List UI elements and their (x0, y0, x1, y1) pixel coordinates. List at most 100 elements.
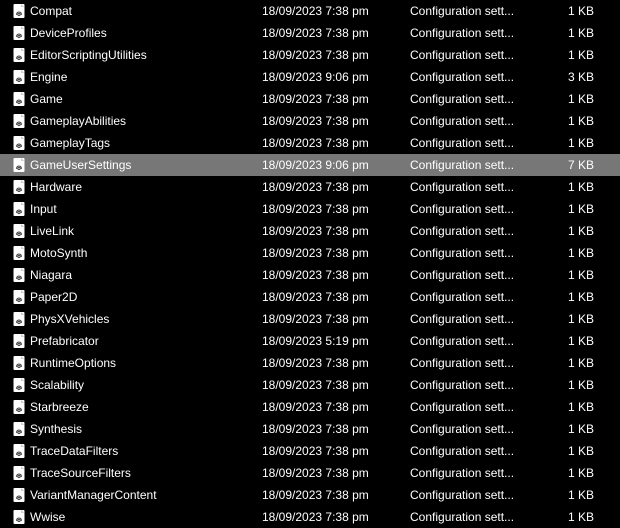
file-name: Paper2D (30, 290, 262, 304)
file-size: 1 KB (546, 48, 606, 62)
file-row[interactable]: Niagara18/09/2023 7:38 pmConfiguration s… (0, 264, 620, 286)
file-size: 1 KB (546, 202, 606, 216)
file-icon-cell (8, 113, 30, 129)
config-file-icon (11, 91, 27, 107)
file-row[interactable]: Compat18/09/2023 7:38 pmConfiguration se… (0, 0, 620, 22)
file-date: 18/09/2023 7:38 pm (262, 356, 410, 370)
file-name: Compat (30, 4, 262, 18)
file-date: 18/09/2023 5:19 pm (262, 334, 410, 348)
file-icon-cell (8, 443, 30, 459)
file-type: Configuration sett... (410, 510, 546, 524)
file-row[interactable]: TraceDataFilters18/09/2023 7:38 pmConfig… (0, 440, 620, 462)
file-type: Configuration sett... (410, 356, 546, 370)
file-date: 18/09/2023 7:38 pm (262, 312, 410, 326)
file-row[interactable]: GameUserSettings18/09/2023 9:06 pmConfig… (0, 154, 620, 176)
config-file-icon (11, 487, 27, 503)
file-name: Engine (30, 70, 262, 84)
file-name: GameplayAbilities (30, 114, 262, 128)
file-icon-cell (8, 201, 30, 217)
file-type: Configuration sett... (410, 180, 546, 194)
file-date: 18/09/2023 7:38 pm (262, 92, 410, 106)
config-file-icon (11, 465, 27, 481)
config-file-icon (11, 421, 27, 437)
file-row[interactable]: Prefabricator18/09/2023 5:19 pmConfigura… (0, 330, 620, 352)
file-row[interactable]: PhysXVehicles18/09/2023 7:38 pmConfigura… (0, 308, 620, 330)
file-icon-cell (8, 47, 30, 63)
file-row[interactable]: TraceSourceFilters18/09/2023 7:38 pmConf… (0, 462, 620, 484)
config-file-icon (11, 135, 27, 151)
file-name: PhysXVehicles (30, 312, 262, 326)
file-icon-cell (8, 179, 30, 195)
file-row[interactable]: Starbreeze18/09/2023 7:38 pmConfiguratio… (0, 396, 620, 418)
file-type: Configuration sett... (410, 114, 546, 128)
file-size: 1 KB (546, 422, 606, 436)
file-date: 18/09/2023 9:06 pm (262, 70, 410, 84)
file-icon-cell (8, 509, 30, 525)
file-row[interactable]: Scalability18/09/2023 7:38 pmConfigurati… (0, 374, 620, 396)
file-row[interactable]: VariantManagerContent18/09/2023 7:38 pmC… (0, 484, 620, 506)
file-name: Prefabricator (30, 334, 262, 348)
file-row[interactable]: GameplayAbilities18/09/2023 7:38 pmConfi… (0, 110, 620, 132)
file-size: 1 KB (546, 378, 606, 392)
file-size: 1 KB (546, 290, 606, 304)
file-name: Game (30, 92, 262, 106)
config-file-icon (11, 47, 27, 63)
config-file-icon (11, 113, 27, 129)
file-size: 1 KB (546, 224, 606, 238)
file-icon-cell (8, 3, 30, 19)
file-row[interactable]: Engine18/09/2023 9:06 pmConfiguration se… (0, 66, 620, 88)
file-name: Hardware (30, 180, 262, 194)
config-file-icon (11, 443, 27, 459)
file-name: Wwise (30, 510, 262, 524)
config-file-icon (11, 179, 27, 195)
file-list[interactable]: Compat18/09/2023 7:38 pmConfiguration se… (0, 0, 620, 528)
file-icon-cell (8, 157, 30, 173)
file-icon-cell (8, 25, 30, 41)
file-size: 3 KB (546, 70, 606, 84)
file-row[interactable]: GameplayTags18/09/2023 7:38 pmConfigurat… (0, 132, 620, 154)
file-date: 18/09/2023 7:38 pm (262, 180, 410, 194)
file-row[interactable]: MotoSynth18/09/2023 7:38 pmConfiguration… (0, 242, 620, 264)
file-row[interactable]: Paper2D18/09/2023 7:38 pmConfiguration s… (0, 286, 620, 308)
file-date: 18/09/2023 7:38 pm (262, 246, 410, 260)
file-icon-cell (8, 421, 30, 437)
file-size: 1 KB (546, 92, 606, 106)
file-icon-cell (8, 267, 30, 283)
file-type: Configuration sett... (410, 334, 546, 348)
file-row[interactable]: RuntimeOptions18/09/2023 7:38 pmConfigur… (0, 352, 620, 374)
file-icon-cell (8, 311, 30, 327)
file-name: LiveLink (30, 224, 262, 238)
file-date: 18/09/2023 7:38 pm (262, 466, 410, 480)
config-file-icon (11, 245, 27, 261)
file-type: Configuration sett... (410, 224, 546, 238)
config-file-icon (11, 377, 27, 393)
file-size: 1 KB (546, 356, 606, 370)
file-size: 1 KB (546, 4, 606, 18)
file-type: Configuration sett... (410, 246, 546, 260)
file-name: EditorScriptingUtilities (30, 48, 262, 62)
file-row[interactable]: Game18/09/2023 7:38 pmConfiguration sett… (0, 88, 620, 110)
file-date: 18/09/2023 7:38 pm (262, 48, 410, 62)
file-row[interactable]: EditorScriptingUtilities18/09/2023 7:38 … (0, 44, 620, 66)
config-file-icon (11, 201, 27, 217)
file-name: RuntimeOptions (30, 356, 262, 370)
file-row[interactable]: Synthesis18/09/2023 7:38 pmConfiguration… (0, 418, 620, 440)
file-row[interactable]: DeviceProfiles18/09/2023 7:38 pmConfigur… (0, 22, 620, 44)
file-row[interactable]: Hardware18/09/2023 7:38 pmConfiguration … (0, 176, 620, 198)
file-row[interactable]: Wwise18/09/2023 7:38 pmConfiguration set… (0, 506, 620, 528)
file-row[interactable]: Input18/09/2023 7:38 pmConfiguration set… (0, 198, 620, 220)
file-size: 1 KB (546, 26, 606, 40)
file-size: 7 KB (546, 158, 606, 172)
file-size: 1 KB (546, 114, 606, 128)
file-date: 18/09/2023 9:06 pm (262, 158, 410, 172)
file-name: Synthesis (30, 422, 262, 436)
file-type: Configuration sett... (410, 290, 546, 304)
file-size: 1 KB (546, 136, 606, 150)
file-type: Configuration sett... (410, 48, 546, 62)
file-size: 1 KB (546, 466, 606, 480)
file-row[interactable]: LiveLink18/09/2023 7:38 pmConfiguration … (0, 220, 620, 242)
file-type: Configuration sett... (410, 378, 546, 392)
file-name: MotoSynth (30, 246, 262, 260)
file-type: Configuration sett... (410, 26, 546, 40)
file-type: Configuration sett... (410, 488, 546, 502)
